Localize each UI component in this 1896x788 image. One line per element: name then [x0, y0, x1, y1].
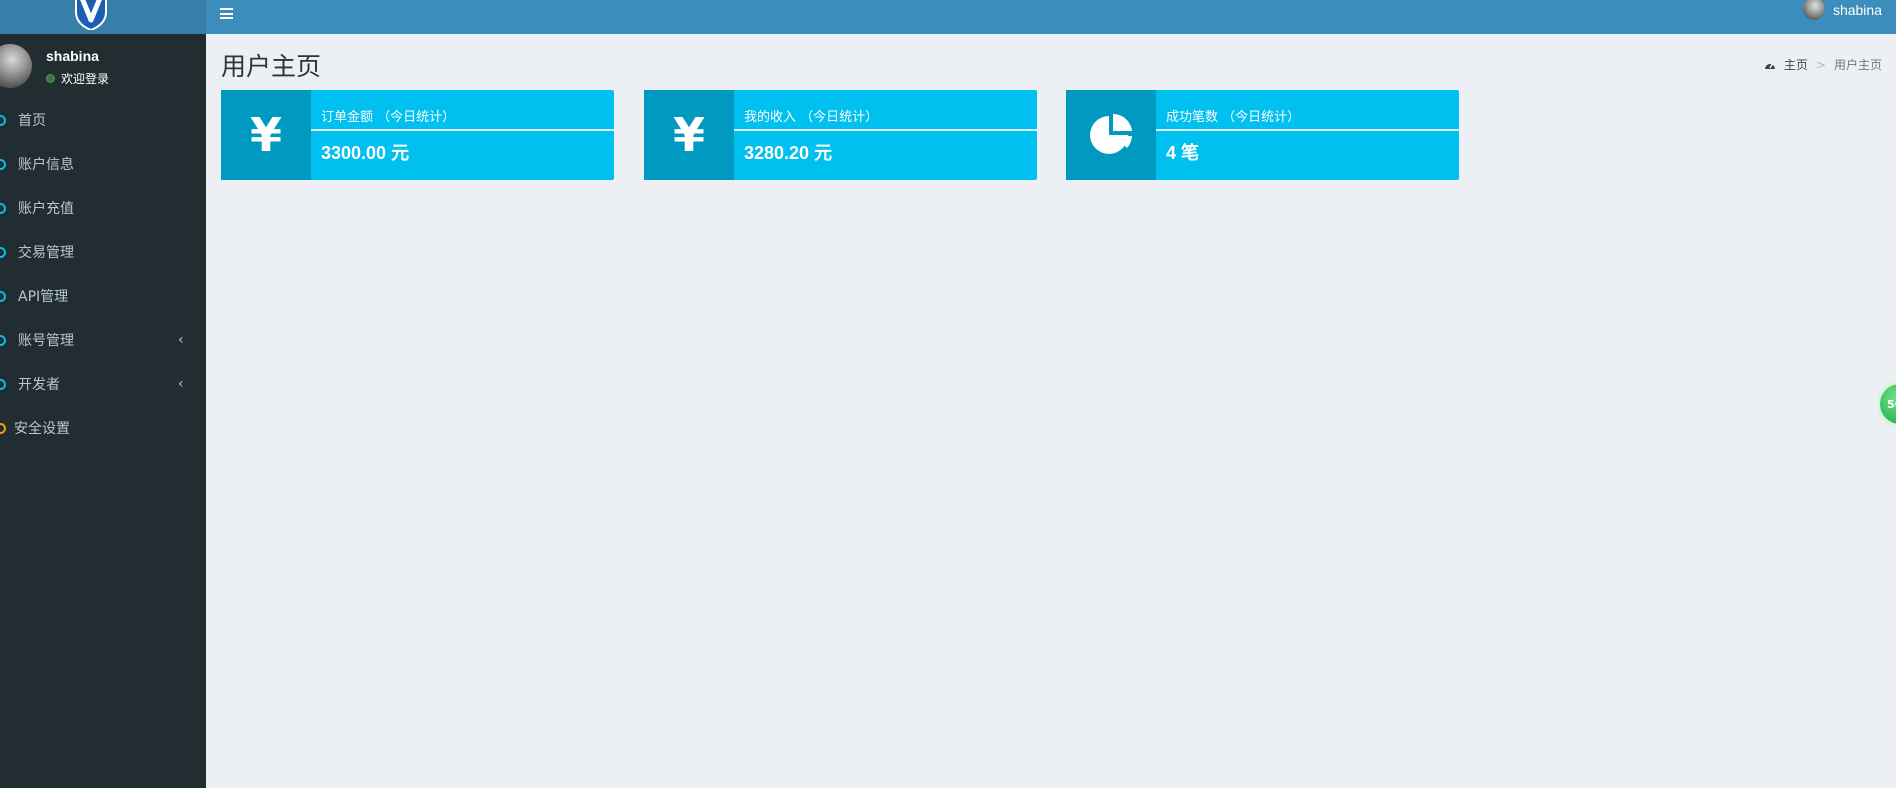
circle-icon [0, 334, 6, 346]
sidebar-item-account-management[interactable]: 账号管理 ‹ [0, 318, 206, 362]
dashboard-icon [1764, 63, 1775, 69]
info-box-value: 3280.20 元 [744, 143, 833, 163]
user-menu[interactable]: shabina [1802, 0, 1882, 20]
breadcrumb-home[interactable]: 主页 [1784, 56, 1808, 73]
chevron-left-icon: ‹ [178, 332, 184, 348]
sidebar-item-developer[interactable]: 开发者 ‹ [0, 362, 206, 406]
sidebar-item-label: 账户充值 [18, 201, 74, 217]
page-title: 用户主页 [221, 52, 322, 81]
avatar [1802, 0, 1825, 20]
sidebar-item-label: 交易管理 [18, 245, 74, 261]
info-box-label: 订单金额 （今日统计） [321, 110, 456, 125]
divider [1156, 129, 1459, 131]
header-username: shabina [1832, 2, 1882, 18]
logo-icon [75, 0, 107, 30]
info-box-my-income: ¥ 我的收入 （今日统计） 3280.20 元 [644, 90, 1037, 180]
circle-icon [0, 158, 6, 170]
online-status-icon [46, 74, 55, 83]
sidebar-menu: 首页 账户信息 账户充值 交易管理 API管理 账号管理 ‹ 开发者 ‹ 安全设… [0, 98, 206, 450]
sidebar-item-label: 账号管理 [18, 333, 74, 349]
sidebar-item-account-info[interactable]: 账户信息 [0, 142, 206, 186]
circle-icon [0, 378, 6, 390]
menu-toggle-icon[interactable] [220, 8, 233, 19]
sidebar-item-account-recharge[interactable]: 账户充值 [0, 186, 206, 230]
info-box-value: 3300.00 元 [321, 143, 410, 163]
breadcrumb-current: 用户主页 [1833, 58, 1882, 72]
circle-icon [0, 290, 6, 302]
floating-widget-badge[interactable]: 56 [1877, 381, 1896, 427]
sidebar-item-transactions[interactable]: 交易管理 [0, 230, 206, 274]
divider [734, 129, 1037, 131]
sidebar-item-api[interactable]: API管理 [0, 274, 206, 318]
pie-chart-icon [1066, 90, 1156, 180]
sidebar-item-label: 首页 [18, 113, 46, 129]
logo-area[interactable] [0, 0, 206, 34]
sidebar-item-home[interactable]: 首页 [0, 98, 206, 142]
info-box-order-amount: ¥ 订单金额 （今日统计） 3300.00 元 [221, 90, 614, 180]
yen-icon: ¥ [221, 90, 311, 180]
avatar [0, 44, 32, 88]
sidebar-item-security[interactable]: 安全设置 [0, 406, 206, 450]
circle-icon [0, 114, 6, 126]
breadcrumb-separator: > [1815, 57, 1826, 72]
yen-icon: ¥ [644, 90, 734, 180]
info-box-value: 4 笔 [1166, 143, 1200, 163]
info-box-label: 我的收入 （今日统计） [744, 110, 879, 125]
sidebar: shabina 欢迎登录 首页 账户信息 账户充值 交易管理 API管理 账号管… [0, 0, 206, 788]
circle-icon [0, 202, 6, 214]
info-box-label: 成功笔数 （今日统计） [1166, 110, 1301, 125]
top-navbar: shabina [206, 0, 1896, 34]
user-panel: shabina 欢迎登录 [0, 40, 206, 92]
chevron-left-icon: ‹ [178, 376, 184, 392]
info-box-success-count: 成功笔数 （今日统计） 4 笔 [1066, 90, 1459, 180]
divider [311, 129, 614, 131]
user-status-text: 欢迎登录 [61, 72, 110, 86]
sidebar-item-label: 账户信息 [18, 157, 74, 173]
breadcrumb: 主页 > 用户主页 [1764, 56, 1882, 73]
user-status: 欢迎登录 [46, 70, 109, 87]
circle-icon [0, 422, 6, 434]
sidebar-item-label: 开发者 [18, 377, 60, 393]
sidebar-item-label: API管理 [18, 289, 69, 305]
sidebar-user-name: shabina [46, 48, 99, 64]
sidebar-item-label: 安全设置 [14, 421, 70, 437]
circle-icon [0, 246, 6, 258]
